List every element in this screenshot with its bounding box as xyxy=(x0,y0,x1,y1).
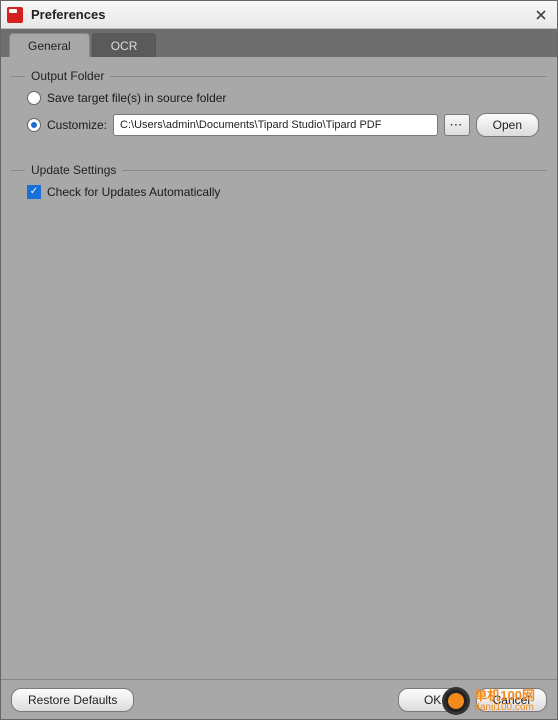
cancel-button[interactable]: Cancel xyxy=(476,688,547,712)
radio-save-in-source[interactable] xyxy=(27,91,41,105)
restore-defaults-button[interactable]: Restore Defaults xyxy=(11,688,134,712)
label-auto-update: Check for Updates Automatically xyxy=(47,185,220,199)
update-settings-group: Update Settings Check for Updates Automa… xyxy=(11,163,547,211)
ellipsis-icon: ··· xyxy=(450,120,463,131)
output-folder-group: Output Folder Save target file(s) in sou… xyxy=(11,69,547,149)
close-icon xyxy=(536,10,546,20)
window-title: Preferences xyxy=(31,7,531,22)
preferences-window: Preferences General OCR Output Folder Sa… xyxy=(0,0,558,720)
output-path-input[interactable] xyxy=(113,114,438,136)
app-icon xyxy=(7,7,23,23)
tab-bar: General OCR xyxy=(1,29,557,57)
group-title-output: Output Folder xyxy=(31,69,104,83)
divider xyxy=(11,76,25,77)
dialog-footer: Restore Defaults OK Cancel 单机100网 danji1… xyxy=(1,679,557,719)
checkbox-auto-update[interactable] xyxy=(27,185,41,199)
open-button[interactable]: Open xyxy=(476,113,539,137)
tab-ocr[interactable]: OCR xyxy=(92,33,157,57)
titlebar: Preferences xyxy=(1,1,557,29)
divider xyxy=(11,170,25,171)
tab-general[interactable]: General xyxy=(9,33,90,57)
divider xyxy=(110,76,547,77)
browse-button[interactable]: ··· xyxy=(444,114,470,136)
tab-content: Output Folder Save target file(s) in sou… xyxy=(1,57,557,679)
close-button[interactable] xyxy=(531,6,551,24)
ok-button[interactable]: OK xyxy=(398,688,468,712)
label-customize: Customize: xyxy=(47,118,107,132)
label-save-in-source: Save target file(s) in source folder xyxy=(47,91,226,105)
radio-customize[interactable] xyxy=(27,118,41,132)
divider xyxy=(122,170,547,171)
group-title-update: Update Settings xyxy=(31,163,116,177)
